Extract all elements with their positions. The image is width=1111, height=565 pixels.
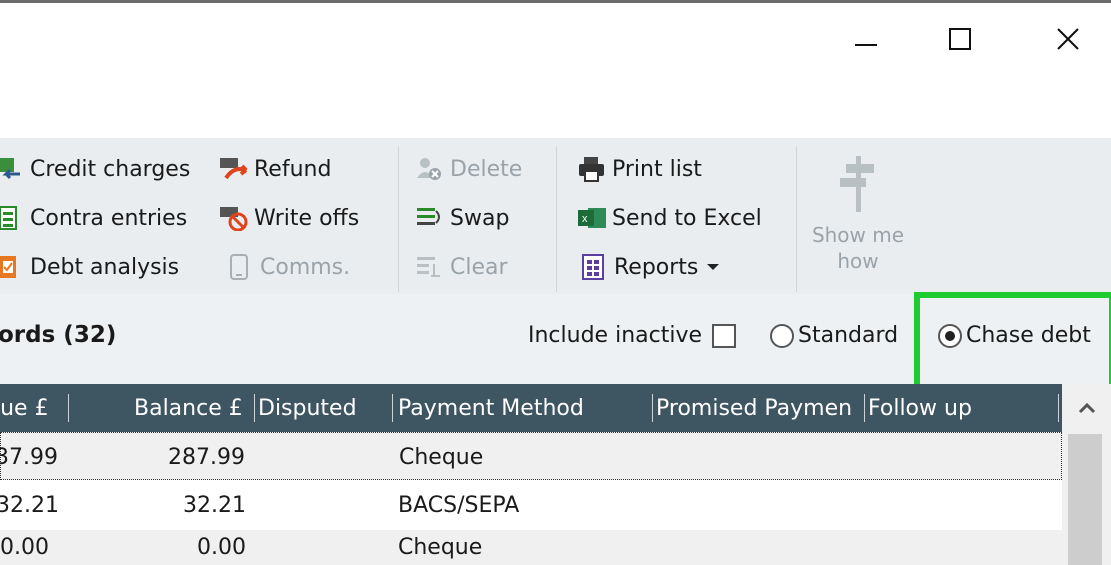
column-header-balance[interactable]: Balance £: [134, 384, 243, 432]
column-separator[interactable]: [864, 394, 865, 422]
write-offs-icon: [220, 205, 248, 232]
include-inactive-label: Include inactive: [528, 323, 703, 348]
column-separator[interactable]: [254, 394, 255, 422]
scroll-up-button[interactable]: [1062, 384, 1111, 432]
table-header: lue £ Balance £ Disputed Payment Method …: [0, 384, 1111, 432]
scrollbar-thumb[interactable]: [1068, 434, 1102, 565]
contra-entries-label: Contra entries: [30, 205, 188, 231]
column-header-promised-payment[interactable]: Promised Paymen: [656, 384, 862, 432]
column-header-follow-up[interactable]: Follow up: [868, 384, 972, 432]
svg-text:x: x: [582, 213, 588, 225]
signpost-icon: [840, 156, 874, 212]
maximize-button[interactable]: [940, 19, 980, 59]
reports-icon: [580, 254, 606, 280]
close-button[interactable]: [1048, 19, 1088, 59]
clear-button[interactable]: Clear: [416, 250, 508, 284]
delete-button[interactable]: Delete: [416, 152, 522, 186]
refund-button[interactable]: Refund: [220, 152, 331, 186]
delete-user-icon: [416, 156, 442, 182]
include-inactive-control[interactable]: Include inactive: [528, 323, 737, 348]
swap-button[interactable]: Swap: [416, 201, 509, 235]
table-row[interactable]: 37.99 287.99 Cheque: [0, 432, 1062, 480]
swap-icon: [416, 205, 442, 231]
records-count-label: ords (32): [0, 322, 117, 348]
ribbon-separator: [556, 146, 557, 292]
chevron-up-icon: [1078, 402, 1095, 414]
credit-charges-icon: [0, 156, 22, 182]
column-header-value[interactable]: lue £: [0, 384, 49, 432]
show-me-how-button[interactable]: Show me how: [808, 152, 908, 284]
cell-value: 0.00: [0, 535, 49, 560]
phone-icon: [226, 254, 252, 280]
minimize-icon: [855, 44, 877, 46]
clear-icon: [416, 254, 442, 280]
cell-balance: 0.00: [197, 535, 246, 560]
standard-radio-circle[interactable]: [770, 323, 794, 348]
debt-analysis-icon: [0, 254, 22, 280]
delete-label: Delete: [450, 156, 523, 182]
standard-label: Standard: [798, 323, 899, 348]
maximize-icon: [949, 28, 971, 50]
close-icon: [1057, 28, 1079, 50]
chase-debt-highlight-box: [914, 292, 1111, 392]
credit-charges-label: Credit charges: [30, 156, 191, 182]
refund-icon: [220, 156, 248, 182]
show-me-how-line1: Show me: [811, 223, 905, 247]
credit-charges-button[interactable]: Credit charges: [0, 152, 190, 186]
column-separator[interactable]: [68, 394, 69, 422]
ribbon-separator: [796, 146, 797, 292]
reports-label: Reports: [614, 254, 699, 280]
print-list-button[interactable]: Print list: [578, 152, 702, 186]
cell-value: 32.21: [0, 492, 59, 518]
cell-balance: 287.99: [168, 444, 245, 470]
comms-label: Comms.: [260, 254, 351, 280]
swap-label: Swap: [450, 205, 510, 231]
chevron-down-icon: [707, 264, 720, 270]
cell-payment-method: BACS/SEPA: [398, 492, 520, 518]
excel-icon: x: [578, 205, 606, 231]
column-header-disputed[interactable]: Disputed: [258, 384, 357, 432]
show-me-how-line2: how: [837, 249, 879, 273]
table-row[interactable]: 0.00 0.00 Cheque: [0, 530, 1062, 565]
clear-label: Clear: [450, 254, 508, 280]
debt-analysis-label: Debt analysis: [30, 254, 180, 280]
column-header-payment-method[interactable]: Payment Method: [398, 384, 584, 432]
refund-label: Refund: [254, 156, 332, 182]
contra-entries-button[interactable]: Contra entries: [0, 201, 187, 235]
ribbon-separator: [398, 146, 399, 292]
cell-value: 37.99: [0, 444, 58, 470]
cell-balance: 32.21: [183, 492, 246, 518]
standard-radio[interactable]: Standard: [770, 323, 898, 348]
include-inactive-checkbox[interactable]: [712, 323, 737, 348]
reports-dropdown[interactable]: Reports: [580, 250, 720, 284]
cell-payment-method: Cheque: [398, 535, 483, 560]
title-bar: [0, 3, 1111, 138]
cell-payment-method: Cheque: [399, 444, 484, 470]
minimize-button[interactable]: [846, 19, 886, 59]
printer-icon: [578, 156, 604, 182]
send-to-excel-button[interactable]: x Send to Excel: [578, 201, 762, 235]
print-list-label: Print list: [612, 156, 702, 182]
contra-entries-icon: [0, 205, 22, 231]
table-row[interactable]: 32.21 32.21 BACS/SEPA: [0, 481, 1062, 529]
write-offs-button[interactable]: Write offs: [220, 201, 359, 235]
send-to-excel-label: Send to Excel: [612, 205, 762, 231]
comms-button[interactable]: Comms.: [226, 250, 350, 284]
column-separator[interactable]: [392, 394, 393, 422]
column-separator[interactable]: [652, 394, 653, 422]
write-offs-label: Write offs: [254, 205, 360, 231]
debt-analysis-button[interactable]: Debt analysis: [0, 250, 179, 284]
vertical-scrollbar[interactable]: [1062, 384, 1111, 565]
column-separator[interactable]: [1058, 394, 1059, 422]
